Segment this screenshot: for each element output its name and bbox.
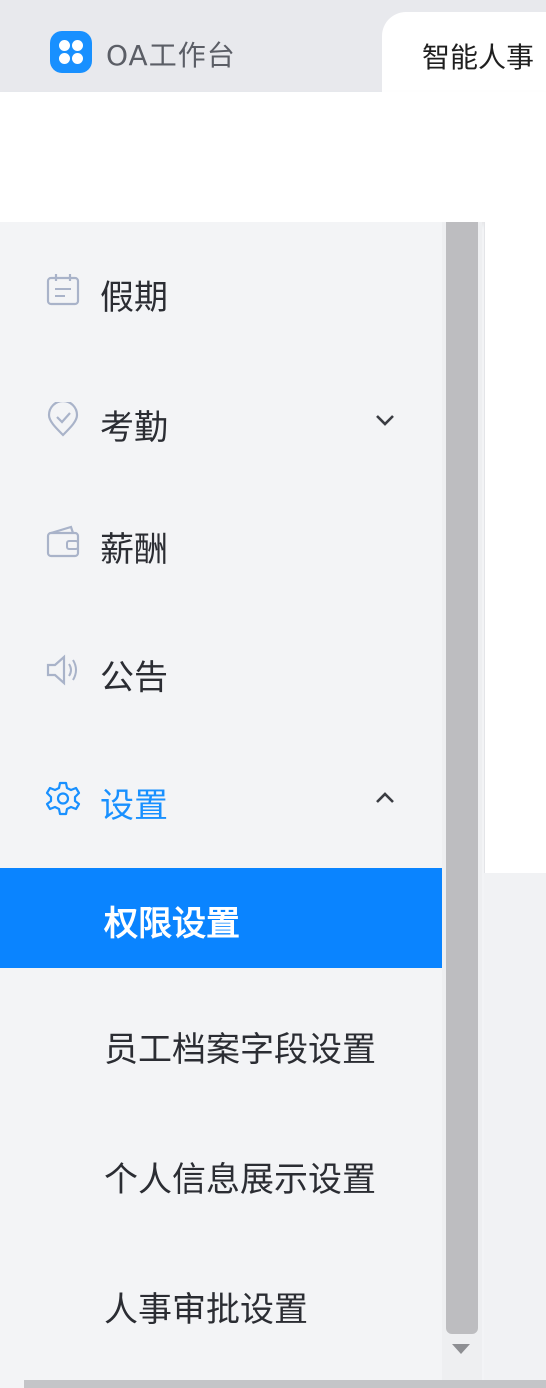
sidebar-subitem-label: 员工档案字段设置 — [104, 1030, 376, 1070]
app-title: OA工作台 — [106, 39, 236, 72]
sidebar-item-salary[interactable]: 薪酬 — [0, 512, 442, 572]
chevron-down-icon[interactable] — [372, 407, 398, 433]
sidebar-item-label: 考勤 — [100, 408, 168, 448]
tab-bar: OA工作台 智能人事 — [0, 0, 546, 98]
sidebar-scrollbar-thumb[interactable] — [446, 222, 478, 1334]
sidebar-item-label: 薪酬 — [100, 530, 168, 570]
sidebar-item-label: 设置 — [100, 786, 168, 826]
content-pane-lower — [484, 873, 546, 1388]
tab-oa-workbench[interactable]: OA工作台 — [0, 0, 380, 92]
wallet-icon — [46, 525, 80, 558]
sidebar-subitem-permission-settings[interactable]: 权限设置 — [0, 868, 442, 968]
tab-smart-hr-label: 智能人事 — [422, 41, 535, 74]
sidebar-item-announcement[interactable]: 公告 — [0, 640, 442, 700]
tab-smart-hr[interactable]: 智能人事 — [382, 12, 546, 98]
sidebar-subitem-label: 个人信息展示设置 — [104, 1160, 376, 1200]
horizontal-scrollbar[interactable] — [24, 1380, 546, 1388]
speaker-icon — [46, 654, 77, 686]
page-header — [0, 92, 546, 222]
sidebar-subitem-employee-file-fields[interactable]: 员工档案字段设置 — [0, 994, 442, 1094]
calendar-icon — [46, 274, 80, 306]
location-pin-icon — [47, 402, 79, 437]
sidebar-item-attendance[interactable]: 考勤 — [0, 390, 442, 450]
sidebar-subitem-hr-approval[interactable]: 人事审批设置 — [0, 1254, 442, 1354]
sidebar-item-label: 公告 — [100, 658, 168, 698]
sidebar-subitem-label: 人事审批设置 — [104, 1290, 308, 1330]
sidebar-item-settings[interactable]: 设置 — [0, 768, 442, 828]
sidebar-subitem-label: 权限设置 — [104, 904, 240, 944]
sidebar: 假期 考勤 薪酬 公告 设置 权限设置 员工档案字段设置 个人信息展示设置 人事… — [0, 222, 442, 1380]
sidebar-subitem-personal-info-display[interactable]: 个人信息展示设置 — [0, 1124, 442, 1224]
scroll-down-arrow-icon[interactable] — [452, 1344, 470, 1354]
sidebar-item-label: 假期 — [100, 278, 168, 318]
chevron-up-icon[interactable] — [372, 785, 398, 811]
sidebar-item-holiday[interactable]: 假期 — [0, 260, 442, 320]
app-logo-icon — [50, 31, 92, 73]
gear-icon — [45, 781, 81, 816]
